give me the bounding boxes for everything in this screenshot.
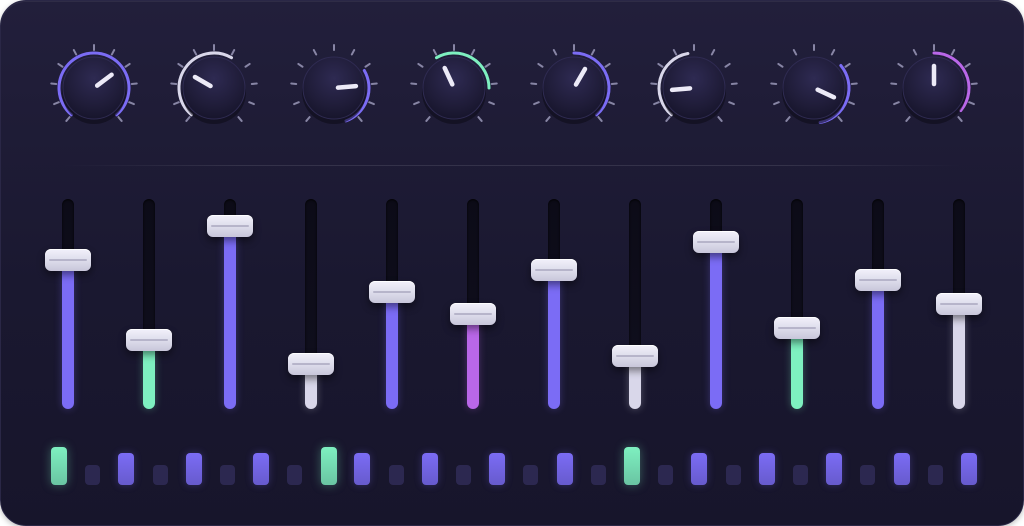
knob-2[interactable] [170, 44, 258, 124]
step-7[interactable] [253, 453, 270, 485]
step-5[interactable] [185, 453, 202, 485]
step-6[interactable] [220, 465, 235, 485]
fader-7[interactable] [529, 197, 579, 413]
step-4[interactable] [152, 465, 168, 485]
step-25[interactable] [860, 465, 876, 485]
fader-level-fill [872, 280, 884, 409]
fader-level-fill [62, 260, 74, 409]
fader-level-fill [467, 314, 479, 409]
fader-handle[interactable] [693, 231, 739, 253]
step-26[interactable] [893, 453, 910, 485]
fader-level-fill [548, 270, 560, 409]
fader-8[interactable] [610, 197, 660, 413]
fader-level-fill [710, 242, 722, 409]
fader-4[interactable] [286, 197, 336, 413]
step-27[interactable] [927, 465, 943, 485]
knob-row [50, 44, 978, 124]
fader-level-fill [791, 328, 803, 409]
step-28[interactable] [960, 453, 977, 485]
fader-12[interactable] [934, 197, 984, 413]
step-21[interactable] [725, 465, 741, 485]
fader-11[interactable] [853, 197, 903, 413]
fader-handle[interactable] [126, 329, 172, 351]
step-15[interactable] [523, 465, 539, 485]
step-8[interactable] [287, 465, 303, 485]
fader-2[interactable] [124, 197, 174, 413]
section-divider [61, 165, 963, 166]
fader-handle[interactable] [45, 249, 91, 271]
fader-6[interactable] [448, 197, 498, 413]
knob-4[interactable] [410, 44, 498, 124]
fader-handle[interactable] [936, 293, 982, 315]
step-14[interactable] [489, 453, 506, 485]
fader-handle[interactable] [855, 269, 901, 291]
fader-handle[interactable] [774, 317, 820, 339]
knob-3[interactable] [290, 44, 378, 124]
step-3[interactable] [118, 453, 135, 485]
fader-handle[interactable] [531, 259, 577, 281]
fader-level-fill [224, 226, 236, 409]
knob-6[interactable] [650, 44, 738, 124]
step-18[interactable] [623, 447, 640, 485]
step-13[interactable] [455, 465, 471, 485]
fader-handle[interactable] [369, 281, 415, 303]
fader-9[interactable] [691, 197, 741, 413]
step-1[interactable] [51, 447, 67, 485]
step-19[interactable] [658, 465, 674, 485]
fader-3[interactable] [205, 197, 255, 413]
fader-10[interactable] [772, 197, 822, 413]
fader-handle[interactable] [288, 353, 334, 375]
step-11[interactable] [388, 465, 404, 485]
step-17[interactable] [590, 465, 606, 485]
step-20[interactable] [691, 453, 708, 485]
step-12[interactable] [421, 453, 438, 485]
fader-1[interactable] [43, 197, 93, 413]
fader-level-fill [386, 292, 398, 409]
step-10[interactable] [354, 453, 371, 485]
knob-1[interactable] [50, 44, 138, 124]
fader-handle[interactable] [450, 303, 496, 325]
step-9[interactable] [320, 447, 337, 485]
step-22[interactable] [758, 453, 775, 485]
knob-8[interactable] [890, 44, 978, 124]
fader-handle[interactable] [612, 345, 658, 367]
fader-5[interactable] [367, 197, 417, 413]
knob-pointer [335, 83, 359, 90]
knob-7[interactable] [770, 44, 858, 124]
mixer-panel [0, 0, 1024, 526]
knob-pointer [669, 86, 693, 93]
step-23[interactable] [792, 465, 808, 485]
step-24[interactable] [826, 453, 843, 485]
knob-5[interactable] [530, 44, 618, 124]
step-2[interactable] [85, 465, 101, 485]
fader-handle[interactable] [207, 215, 253, 237]
fader-level-fill [953, 304, 965, 409]
step-16[interactable] [556, 453, 573, 485]
